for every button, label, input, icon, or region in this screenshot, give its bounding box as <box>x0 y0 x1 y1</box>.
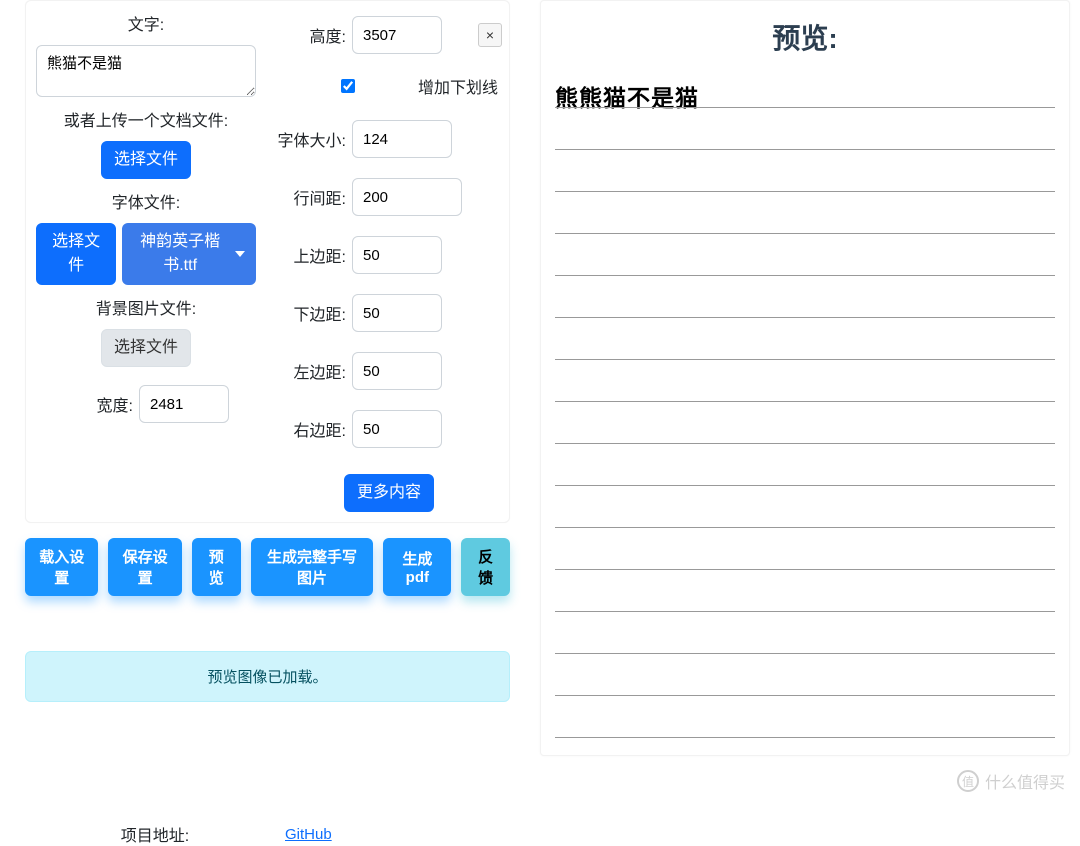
width-label: 宽度: <box>63 392 133 416</box>
preview-paper: 熊熊猫不是猫 <box>549 77 1061 747</box>
font-size-label: 字体大小: <box>276 127 346 151</box>
load-settings-button[interactable]: 载入设置 <box>25 538 98 596</box>
line-gap-label: 行间距: <box>276 185 346 209</box>
line-gap-input[interactable] <box>352 178 462 216</box>
feedback-button[interactable]: 反馈 <box>461 538 510 596</box>
chevron-down-icon <box>235 251 245 257</box>
text-input[interactable] <box>36 45 256 97</box>
margin-right-label: 右边距: <box>276 417 346 441</box>
choose-font-button[interactable]: 选择文件 <box>36 223 116 285</box>
upload-doc-label: 或者上传一个文档文件: <box>64 107 228 131</box>
underline-label: 增加下划线 <box>418 74 498 98</box>
preview-button[interactable]: 预览 <box>192 538 241 596</box>
margin-top-label: 上边距: <box>276 243 346 267</box>
font-dropdown[interactable]: 神韵英子楷书.ttf <box>122 223 256 285</box>
margin-top-input[interactable] <box>352 236 442 274</box>
save-settings-button[interactable]: 保存设置 <box>108 538 181 596</box>
margin-left-label: 左边距: <box>276 359 346 383</box>
preview-title: 预览: <box>549 17 1061 57</box>
height-input[interactable] <box>352 16 442 54</box>
generate-pdf-button[interactable]: 生成pdf <box>383 538 451 596</box>
font-dropdown-value: 神韵英子楷书.ttf <box>133 230 227 278</box>
watermark: 值 什么值得买 <box>957 769 1065 793</box>
margin-right-input[interactable] <box>352 410 442 448</box>
watermark-text: 什么值得买 <box>985 769 1065 793</box>
more-content-button[interactable]: 更多内容 <box>344 474 434 512</box>
text-label: 文字: <box>128 11 164 35</box>
underline-checkbox[interactable] <box>341 79 355 93</box>
watermark-icon: 值 <box>957 770 979 792</box>
margin-bottom-label: 下边距: <box>276 301 346 325</box>
height-label: 高度: <box>276 23 346 47</box>
status-alert: 预览图像已加载。 <box>25 651 510 702</box>
font-size-input[interactable] <box>352 120 452 158</box>
margin-bottom-input[interactable] <box>352 294 442 332</box>
project-address-label: 项目地址: <box>25 822 285 846</box>
bg-image-label: 背景图片文件: <box>96 295 196 319</box>
choose-doc-button[interactable]: 选择文件 <box>101 141 191 179</box>
width-input[interactable] <box>139 385 229 423</box>
generate-image-button[interactable]: 生成完整手写图片 <box>251 538 374 596</box>
margin-left-input[interactable] <box>352 352 442 390</box>
github-link[interactable]: GitHub <box>285 826 332 843</box>
choose-bg-button[interactable]: 选择文件 <box>101 329 191 367</box>
close-icon[interactable]: × <box>478 23 502 47</box>
font-file-label: 字体文件: <box>112 189 180 213</box>
